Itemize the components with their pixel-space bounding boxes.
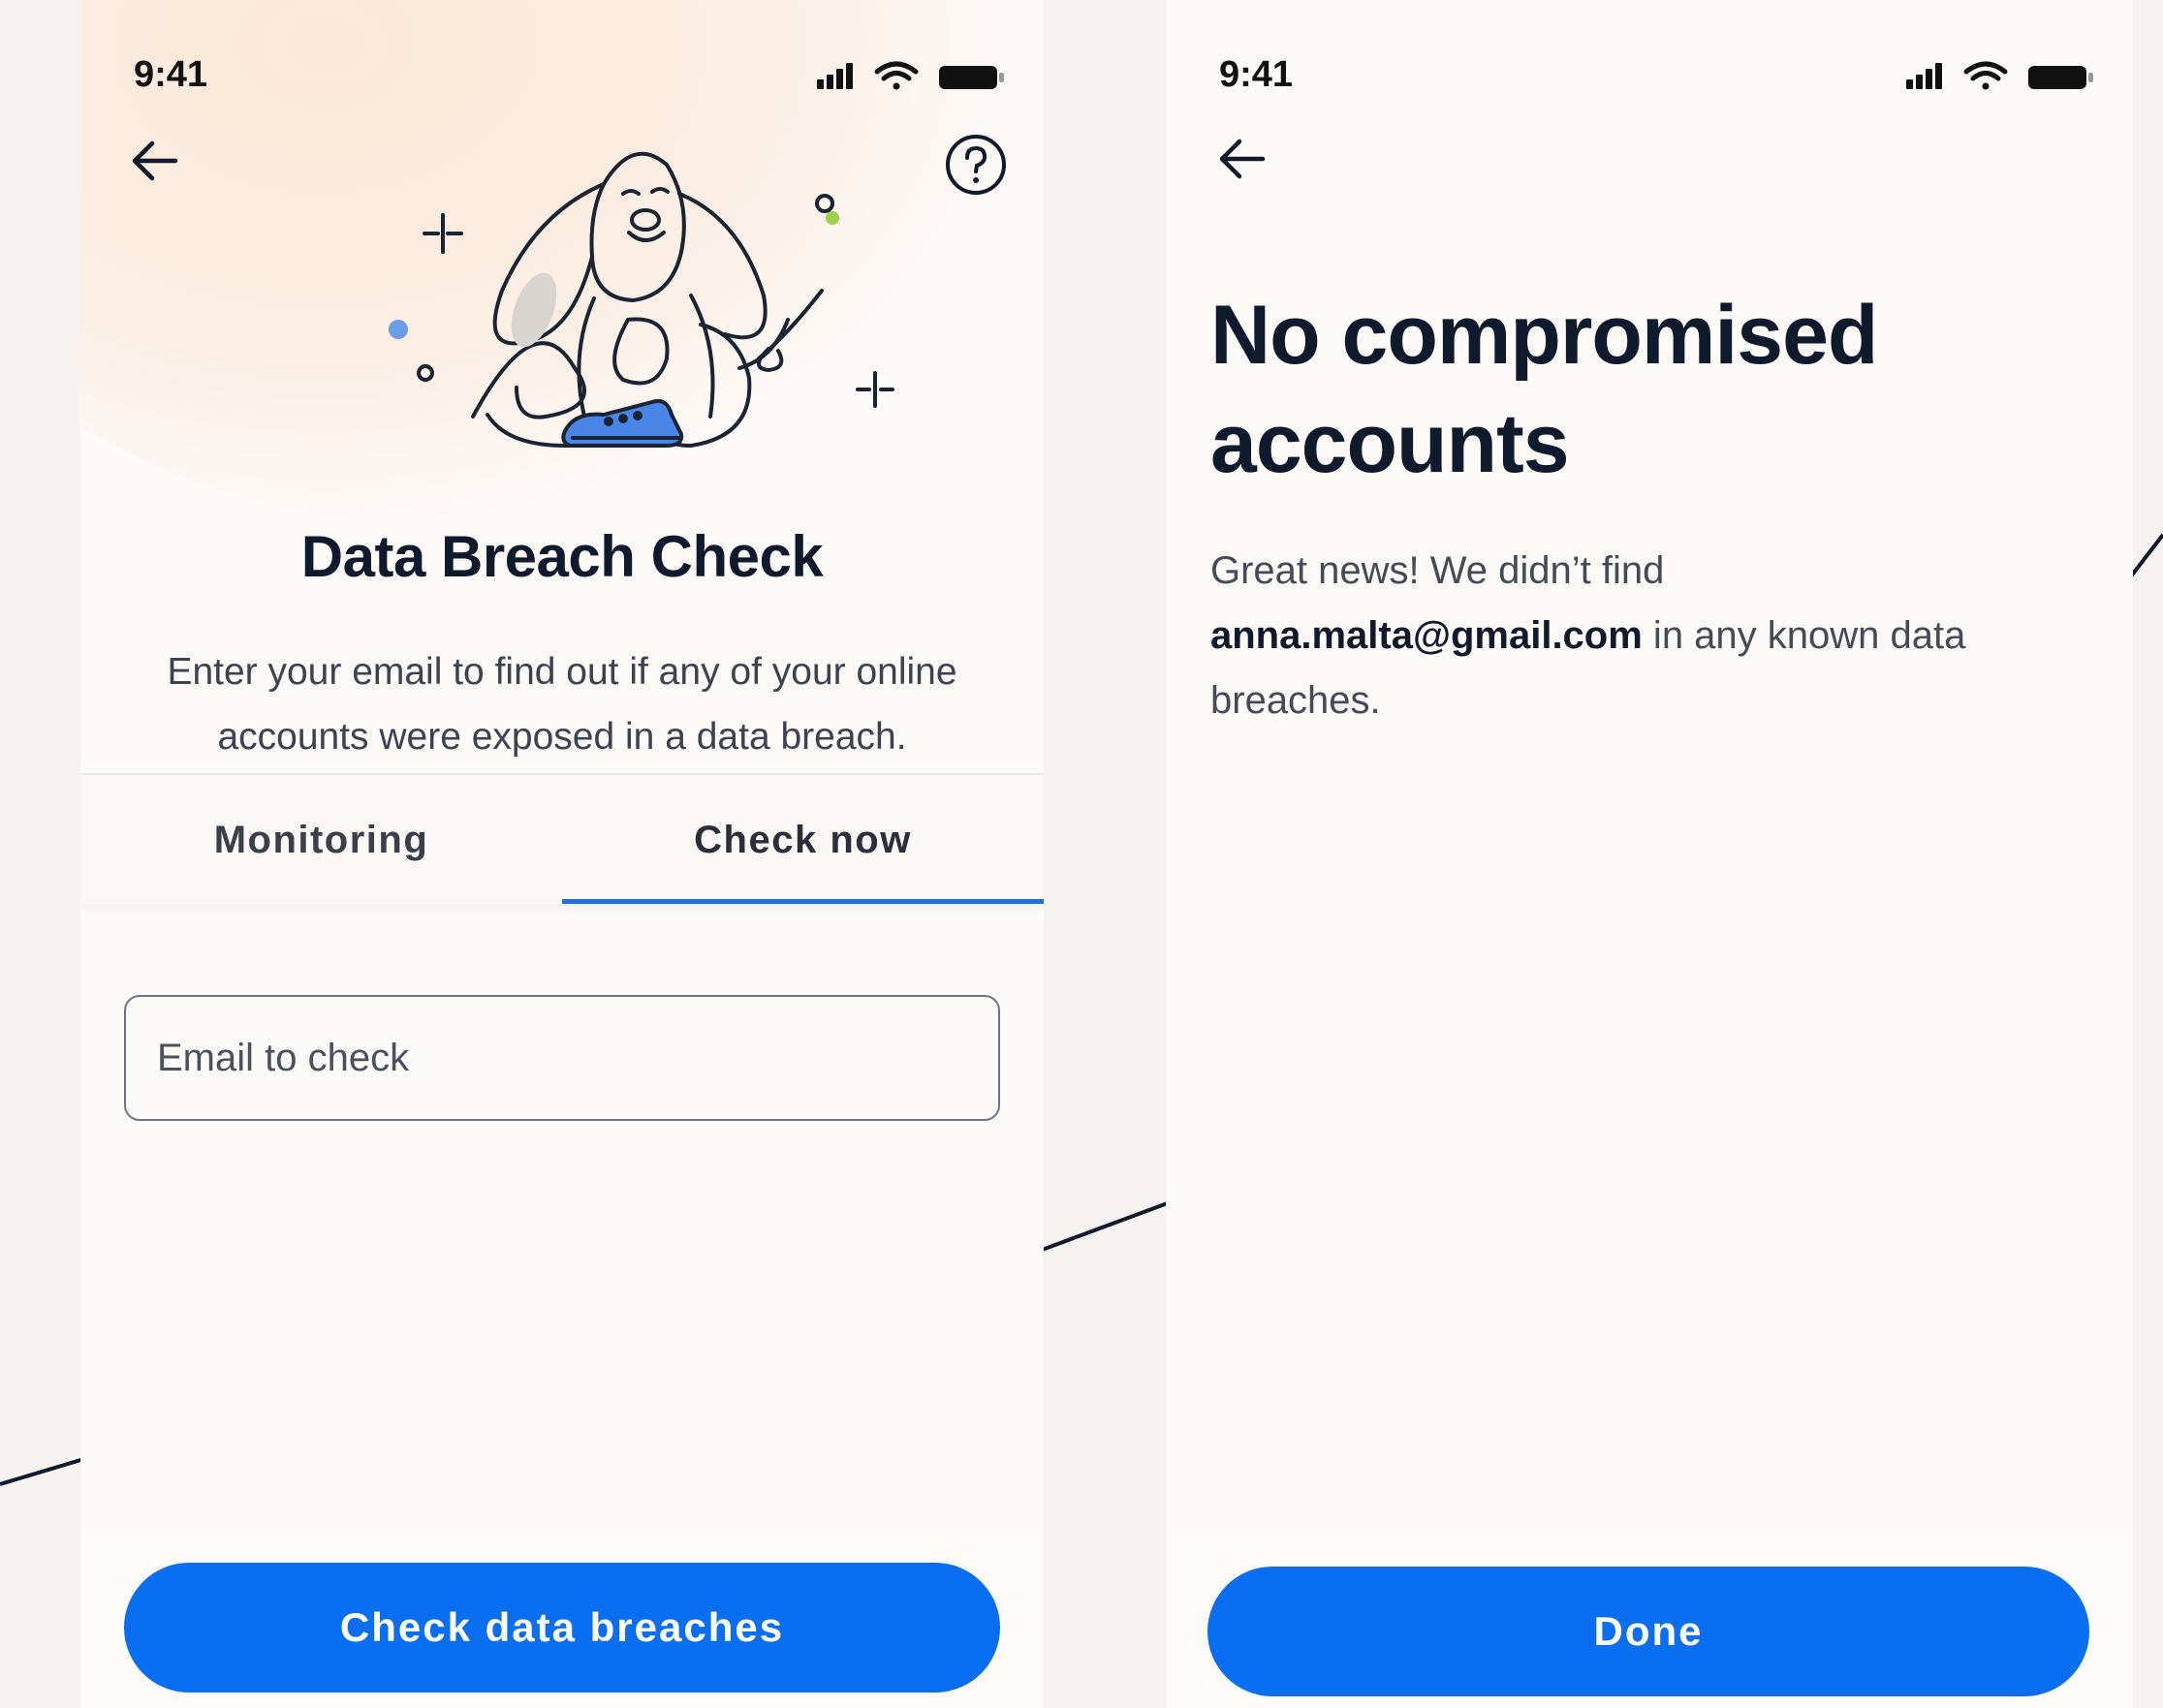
- battery-icon: [939, 66, 1004, 89]
- result-message-intro: Great news! We didn’t find: [1210, 549, 1665, 592]
- tab-check-now[interactable]: Check now: [562, 775, 1044, 906]
- email-field[interactable]: [124, 995, 1000, 1121]
- data-breach-check-screen: 9:41 Data Breach Check Enter your email …: [80, 0, 1044, 1708]
- dog-illustration: [389, 151, 894, 448]
- status-icons: [817, 58, 1007, 98]
- help-button[interactable]: [943, 132, 1009, 198]
- signal-icon: [1906, 63, 1942, 89]
- wifi-icon: [874, 61, 919, 90]
- back-button[interactable]: [1212, 130, 1270, 188]
- tab-monitoring[interactable]: Monitoring: [80, 775, 562, 906]
- result-title: No compromised accounts: [1210, 289, 1878, 490]
- status-time: 9:41: [134, 54, 208, 95]
- battery-icon: [2028, 66, 2093, 89]
- status-bar: 9:41: [80, 45, 1044, 112]
- breach-result-screen: 9:41 No compromised accounts Great news!…: [1166, 0, 2133, 1708]
- back-arrow-icon: [132, 140, 178, 181]
- active-tab-indicator: [562, 899, 1044, 904]
- status-icons: [1906, 58, 2096, 98]
- page-title: Data Breach Check: [300, 524, 824, 589]
- page-description: Enter your email to find out if any of y…: [167, 651, 957, 758]
- wifi-icon: [1963, 61, 2008, 90]
- back-button[interactable]: [125, 132, 183, 190]
- tab-bar: Monitoring Check now: [80, 773, 1044, 904]
- signal-icon: [817, 63, 853, 89]
- result-message: Great news! We didn’t find anna.malta@gm…: [1210, 539, 2063, 733]
- status-bar: 9:41: [1166, 45, 2133, 112]
- done-button[interactable]: Done: [1207, 1567, 2089, 1696]
- checked-email: anna.malta@gmail.com: [1210, 614, 1643, 657]
- check-data-breaches-button[interactable]: Check data breaches: [124, 1563, 1000, 1692]
- status-time: 9:41: [1219, 54, 1294, 95]
- help-icon: [946, 135, 1006, 195]
- back-arrow-icon: [1219, 139, 1266, 179]
